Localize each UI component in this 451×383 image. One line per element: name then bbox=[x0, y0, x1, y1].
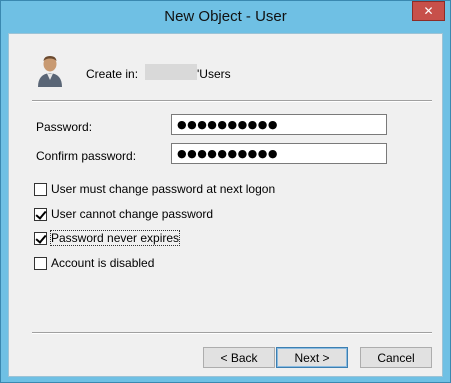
confirm-password-label: Confirm password: bbox=[36, 149, 137, 163]
footer-divider bbox=[32, 332, 432, 334]
user-icon bbox=[38, 56, 62, 87]
option-password-never-expires[interactable]: Password never expires bbox=[34, 230, 181, 246]
title-bar[interactable]: New Object - User ✕ bbox=[1, 1, 450, 33]
option-label: Password never expires bbox=[49, 230, 181, 246]
option-label: User must change password at next logon bbox=[51, 182, 276, 196]
next-button[interactable]: Next > bbox=[276, 347, 348, 368]
option-label: Account is disabled bbox=[51, 256, 155, 270]
cancel-button[interactable]: Cancel bbox=[360, 347, 432, 368]
option-label: User cannot change password bbox=[51, 207, 214, 221]
close-button[interactable]: ✕ bbox=[412, 1, 445, 21]
option-must-change-password[interactable]: User must change password at next logon bbox=[34, 181, 275, 197]
back-button[interactable]: < Back bbox=[203, 347, 275, 368]
create-in-path: 'Users bbox=[197, 67, 231, 81]
create-in-label: Create in: bbox=[86, 67, 139, 81]
checkbox-unchecked[interactable] bbox=[34, 256, 47, 270]
new-object-user-dialog: New Object - User ✕ Create in: 'Users Pa… bbox=[0, 0, 451, 383]
checkbox-checked[interactable] bbox=[34, 207, 47, 221]
password-label: Password: bbox=[36, 120, 93, 134]
confirm-password-field[interactable]: ●●●●●●●●●● bbox=[171, 143, 387, 164]
dialog-client-area: Create in: 'Users Password: ●●●●●●●●●● C… bbox=[8, 33, 443, 377]
checkbox-unchecked[interactable] bbox=[34, 182, 47, 196]
header-divider bbox=[32, 100, 432, 102]
window-title: New Object - User bbox=[164, 8, 287, 25]
checkbox-checked[interactable] bbox=[34, 231, 47, 245]
redacted-path bbox=[145, 64, 197, 80]
option-cannot-change-password[interactable]: User cannot change password bbox=[34, 206, 213, 222]
close-icon: ✕ bbox=[423, 4, 434, 18]
option-account-disabled[interactable]: Account is disabled bbox=[34, 255, 154, 271]
password-field[interactable]: ●●●●●●●●●● bbox=[171, 114, 387, 135]
